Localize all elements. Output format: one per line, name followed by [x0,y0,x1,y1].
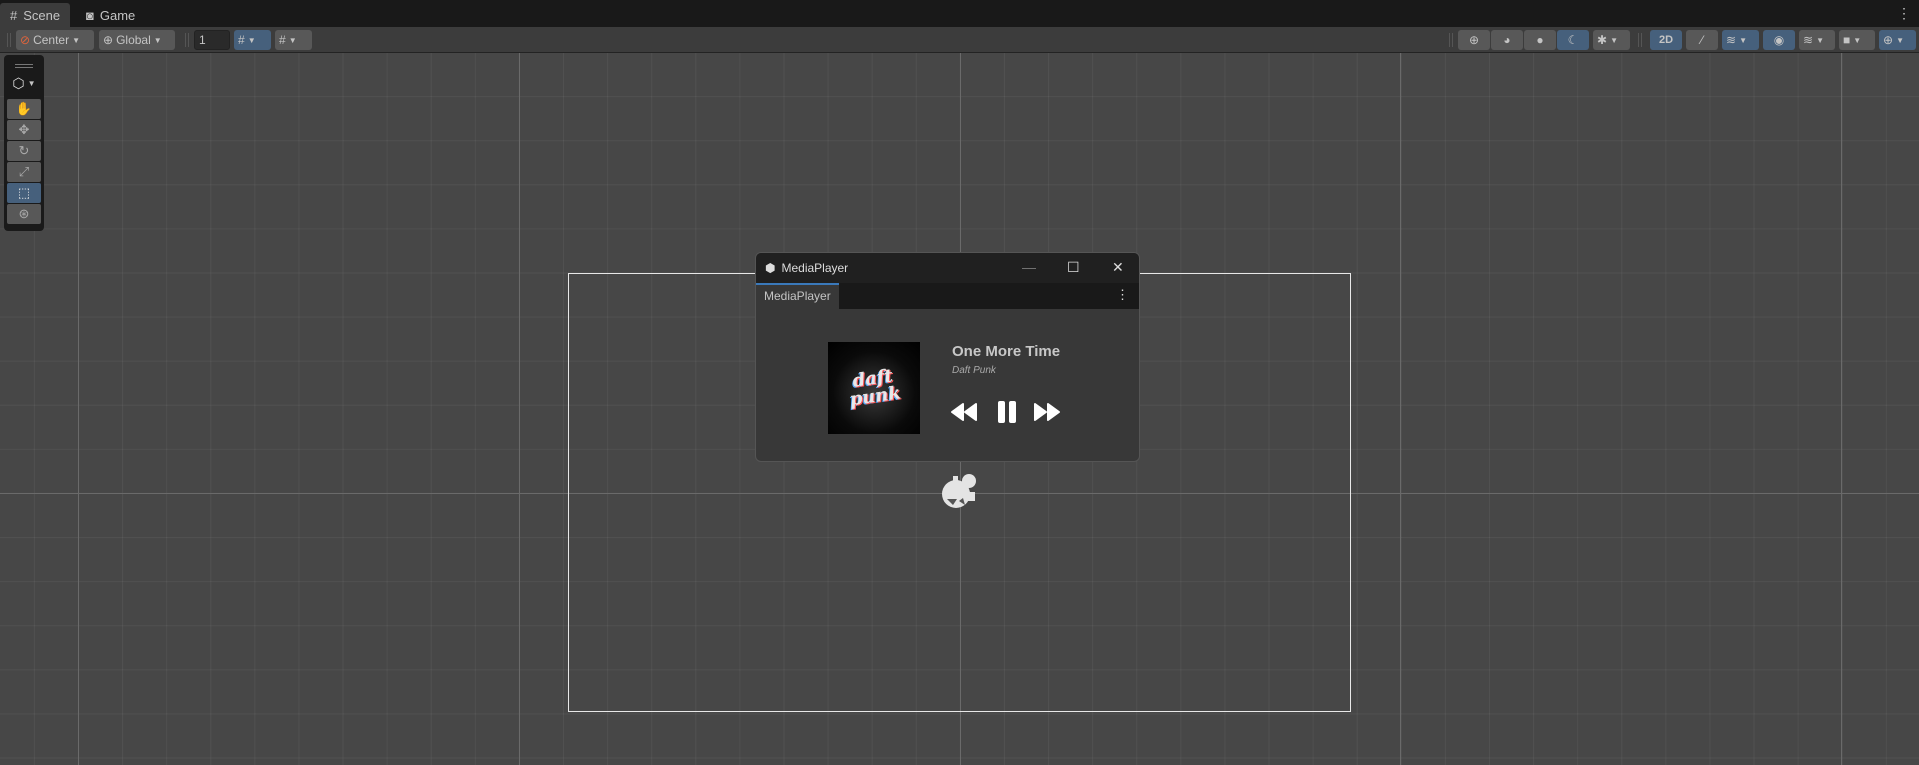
toolbar-grip[interactable] [185,33,189,47]
light-off-icon: ⁄ [1700,33,1703,47]
transform-tool-button[interactable]: ⊛ [7,204,41,224]
close-button[interactable]: ✕ [1112,259,1124,276]
cube-icon: ⬡ [12,74,25,91]
move-tool-button[interactable]: ✥ [7,120,41,140]
grid-size-input[interactable] [194,30,230,50]
rotate-icon: ↻ [18,143,30,158]
grid-visibility-button[interactable]: # ▼ [234,30,271,50]
pivot-icon: ⊘ [20,33,31,47]
ui-document-gizmo-icon[interactable] [939,471,979,511]
grid-size-field[interactable] [194,30,230,50]
camera-icon: ■ [1843,33,1851,47]
hand-icon: ✋ [15,101,33,116]
tool-context-dropdown[interactable]: ⬡ ▼ [7,68,41,98]
chevron-down-icon: ▼ [153,35,162,45]
unity-logo-icon: ⬢ [765,261,776,275]
more-options-icon[interactable]: ⋮ [1116,287,1129,303]
layers-icon: ≋ [1803,33,1814,47]
bug-icon: ✱ [1597,33,1608,47]
sphere-icon: ● [1536,33,1544,47]
fast-forward-icon [1034,403,1060,421]
chevron-down-icon: ▼ [1816,35,1824,45]
chevron-down-icon: ▼ [27,78,36,88]
shaded-wireframe-icon: ◕ [1503,33,1511,47]
effects-icon: ≋ [1726,33,1737,47]
grid-icon: # [10,7,18,23]
shaded-wireframe-button[interactable]: ◕ [1491,30,1523,50]
chevron-down-icon: ▼ [247,35,256,45]
more-options-icon[interactable]: ⋮ [1897,5,1911,22]
chevron-down-icon: ▼ [1610,35,1618,45]
pause-icon [998,401,1016,423]
chevron-down-icon: ▼ [1739,35,1747,45]
maximize-button[interactable]: ☐ [1067,259,1080,276]
rect-tool-button[interactable]: ⬚ [7,183,41,203]
eye-icon: ◉ [1773,33,1785,47]
effects-button[interactable]: ≋ ▼ [1722,30,1759,50]
hand-tool-button[interactable]: ✋ [7,99,41,119]
camera-button[interactable]: ■ ▼ [1839,30,1875,50]
move-icon: ✥ [18,122,30,137]
window-tab-strip: MediaPlayer ⋮ [756,283,1139,309]
shaded-button[interactable]: ● [1524,30,1556,50]
wireframe-shading-button[interactable]: ⊕ [1458,30,1490,50]
gamepad-icon: ◙ [86,7,94,23]
pause-button[interactable] [992,399,1022,425]
media-player-window: ⬢ MediaPlayer — ☐ ✕ MediaPlayer ⋮ daft p… [755,252,1140,462]
rewind-icon [951,403,977,421]
tools-overlay: ⬡ ▼ ✋ ✥ ↻ ⤢ ⬚ ⊛ [4,55,44,231]
rewind-button[interactable] [949,399,979,425]
space-dropdown[interactable]: ⊕ Global ▼ [99,30,175,50]
toolbar-grip[interactable] [7,33,11,47]
tab-scene[interactable]: # Scene [0,3,70,27]
artist-name: Daft Punk [952,365,996,376]
chevron-down-icon: ▼ [1853,35,1862,45]
grid-icon: # [238,33,245,47]
grid-snap-button[interactable]: # ▼ [275,30,312,50]
window-title-bar[interactable]: ⬢ MediaPlayer — ☐ ✕ [756,253,1139,283]
grid-line [1841,53,1842,765]
minimize-button[interactable]: — [1022,259,1036,275]
snap-magnet-icon: # [279,33,286,47]
wireframe-sphere-icon: ⊕ [1468,33,1480,47]
chevron-down-icon: ▼ [72,35,81,45]
tab-mediaplayer[interactable]: MediaPlayer [756,283,839,309]
fast-forward-button[interactable] [1032,399,1062,425]
2d-toggle-button[interactable]: 2D [1650,30,1682,50]
rect-icon: ⬚ [17,185,31,200]
tab-game[interactable]: ◙ Game [76,3,145,27]
rotate-tool-button[interactable]: ↻ [7,141,41,161]
pivot-dropdown[interactable]: ⊘ Center ▼ [16,30,94,50]
gizmo-icon: ⊕ [1883,33,1894,47]
scale-tool-button[interactable]: ⤢ [7,162,41,182]
grid-line [1400,53,1401,765]
toolbar-grip[interactable] [1638,33,1642,47]
debug-draw-mode-button[interactable]: ✱ ▼ [1593,30,1630,50]
transform-icon: ⊛ [18,206,30,221]
scale-icon: ⤢ [18,164,30,179]
chevron-down-icon: ▼ [1896,35,1904,45]
chevron-down-icon: ▼ [288,35,297,45]
globe-icon: ⊕ [103,33,114,47]
lighting-toggle-button[interactable]: ⁄ [1686,30,1718,50]
unlit-button[interactable]: ☾ [1557,30,1589,50]
grid-line [519,53,520,765]
song-title: One More Time [952,343,1061,360]
album-art: daft punk [828,342,920,434]
layers-button[interactable]: ≋ ▼ [1799,30,1835,50]
gizmos-button[interactable]: ⊕ ▼ [1879,30,1916,50]
window-tab-bar: # Scene ◙ Game ⋮ [0,0,1919,27]
visibility-toggle-button[interactable]: ◉ [1763,30,1795,50]
moon-icon: ☾ [1567,33,1579,47]
toolbar-grip[interactable] [1449,33,1453,47]
scene-toolbar: ⊘Center▼ ⊕Global▼ #▼ #▼ ⊕ ◕ ● ☾ ✱▼ 2D ⁄ … [0,27,1919,53]
grid-line [78,53,79,765]
